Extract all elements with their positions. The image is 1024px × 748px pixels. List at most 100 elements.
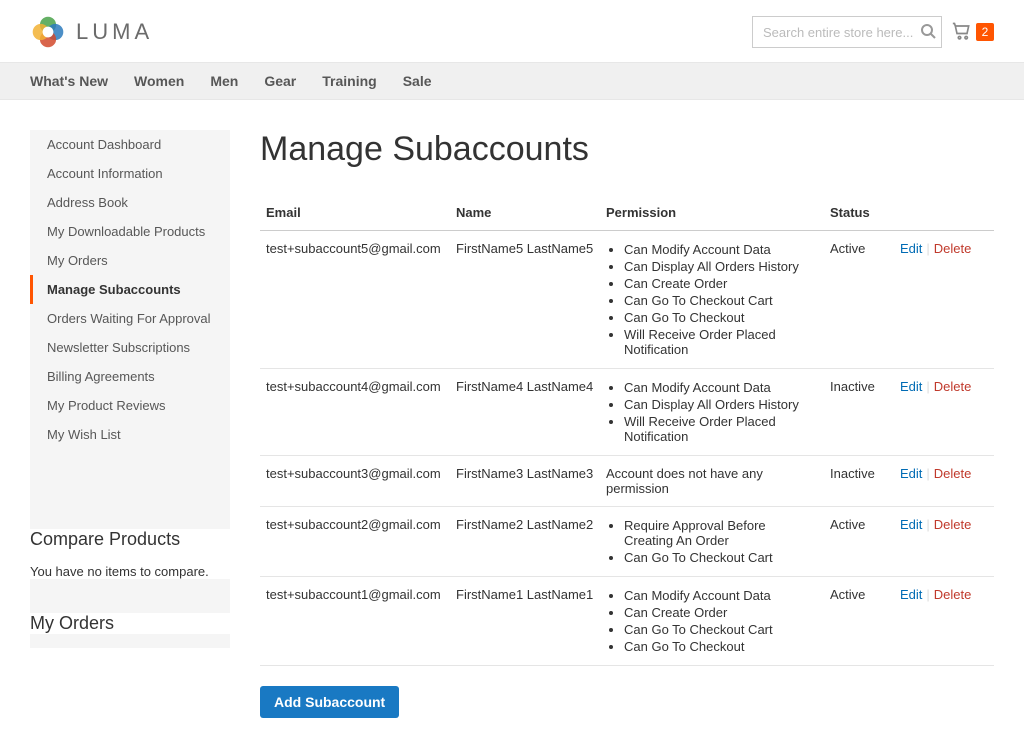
cell-actions: Edit|Delete bbox=[894, 456, 994, 507]
permission-item: Require Approval Before Creating An Orde… bbox=[624, 517, 818, 549]
cell-permission: Can Modify Account DataCan Display All O… bbox=[600, 231, 824, 369]
permission-item: Can Go To Checkout Cart bbox=[624, 292, 818, 309]
th-status: Status bbox=[824, 195, 894, 231]
cart-icon bbox=[952, 21, 972, 44]
luma-logo-icon bbox=[30, 14, 66, 50]
topnav-item[interactable]: Sale bbox=[403, 73, 432, 89]
header: LUMA 2 bbox=[0, 0, 1024, 62]
cell-email: test+subaccount1@gmail.com bbox=[260, 577, 450, 666]
cell-status: Active bbox=[824, 231, 894, 369]
compare-empty-text: You have no items to compare. bbox=[30, 564, 230, 579]
add-subaccount-button[interactable]: Add Subaccount bbox=[260, 686, 399, 718]
delete-link[interactable]: Delete bbox=[934, 379, 972, 394]
th-permission: Permission bbox=[600, 195, 824, 231]
cell-email: test+subaccount3@gmail.com bbox=[260, 456, 450, 507]
cell-email: test+subaccount4@gmail.com bbox=[260, 369, 450, 456]
th-name: Name bbox=[450, 195, 600, 231]
cell-permission: Can Modify Account DataCan Display All O… bbox=[600, 369, 824, 456]
cart-count-badge: 2 bbox=[976, 23, 994, 41]
edit-link[interactable]: Edit bbox=[900, 379, 922, 394]
edit-link[interactable]: Edit bbox=[900, 241, 922, 256]
permission-item: Can Go To Checkout bbox=[624, 309, 818, 326]
cell-name: FirstName1 LastName1 bbox=[450, 577, 600, 666]
my-orders-block: My Orders bbox=[30, 613, 230, 634]
delete-link[interactable]: Delete bbox=[934, 517, 972, 532]
cell-actions: Edit|Delete bbox=[894, 231, 994, 369]
table-row: test+subaccount1@gmail.comFirstName1 Las… bbox=[260, 577, 994, 666]
action-separator: | bbox=[922, 241, 933, 256]
cart[interactable]: 2 bbox=[952, 21, 994, 44]
cell-actions: Edit|Delete bbox=[894, 577, 994, 666]
sidebar-item[interactable]: Account Information bbox=[30, 159, 230, 188]
cell-permission: Require Approval Before Creating An Orde… bbox=[600, 507, 824, 577]
permission-item: Will Receive Order Placed Notification bbox=[624, 413, 818, 445]
table-row: test+subaccount5@gmail.comFirstName5 Las… bbox=[260, 231, 994, 369]
permission-item: Can Modify Account Data bbox=[624, 241, 818, 258]
cell-permission: Can Modify Account DataCan Create OrderC… bbox=[600, 577, 824, 666]
main-content: Manage Subaccounts Email Name Permission… bbox=[260, 130, 994, 718]
th-email: Email bbox=[260, 195, 450, 231]
permission-item: Can Display All Orders History bbox=[624, 396, 818, 413]
sidebar-item[interactable]: My Orders bbox=[30, 246, 230, 275]
cell-actions: Edit|Delete bbox=[894, 507, 994, 577]
permission-item: Can Modify Account Data bbox=[624, 587, 818, 604]
compare-products-block: Compare Products You have no items to co… bbox=[30, 529, 230, 579]
permission-item: Can Create Order bbox=[624, 604, 818, 621]
cell-status: Active bbox=[824, 577, 894, 666]
page-title: Manage Subaccounts bbox=[260, 130, 994, 169]
delete-link[interactable]: Delete bbox=[934, 466, 972, 481]
cell-email: test+subaccount5@gmail.com bbox=[260, 231, 450, 369]
top-nav: What's New Women Men Gear Training Sale bbox=[0, 62, 1024, 100]
logo[interactable]: LUMA bbox=[30, 14, 153, 50]
cell-email: test+subaccount2@gmail.com bbox=[260, 507, 450, 577]
cell-name: FirstName5 LastName5 bbox=[450, 231, 600, 369]
permission-item: Can Create Order bbox=[624, 275, 818, 292]
search-icon[interactable] bbox=[920, 23, 936, 42]
delete-link[interactable]: Delete bbox=[934, 241, 972, 256]
cell-name: FirstName4 LastName4 bbox=[450, 369, 600, 456]
edit-link[interactable]: Edit bbox=[900, 587, 922, 602]
sidebar-item[interactable]: My Product Reviews bbox=[30, 391, 230, 420]
th-actions bbox=[894, 195, 994, 231]
topnav-item[interactable]: Men bbox=[210, 73, 238, 89]
search-box bbox=[752, 16, 942, 48]
permission-item: Will Receive Order Placed Notification bbox=[624, 326, 818, 358]
cell-status: Active bbox=[824, 507, 894, 577]
topnav-item[interactable]: What's New bbox=[30, 73, 108, 89]
table-row: test+subaccount2@gmail.comFirstName2 Las… bbox=[260, 507, 994, 577]
action-separator: | bbox=[922, 379, 933, 394]
cell-status: Inactive bbox=[824, 369, 894, 456]
my-orders-title: My Orders bbox=[30, 613, 230, 634]
sidebar-item[interactable]: Billing Agreements bbox=[30, 362, 230, 391]
delete-link[interactable]: Delete bbox=[934, 587, 972, 602]
account-sidebar: Account DashboardAccount InformationAddr… bbox=[30, 130, 230, 648]
sidebar-item[interactable]: Manage Subaccounts bbox=[30, 275, 230, 304]
sidebar-item[interactable]: My Wish List bbox=[30, 420, 230, 449]
permission-item: Can Go To Checkout Cart bbox=[624, 621, 818, 638]
sidebar-item[interactable]: Newsletter Subscriptions bbox=[30, 333, 230, 362]
permission-item: Can Display All Orders History bbox=[624, 258, 818, 275]
sidebar-item[interactable]: Address Book bbox=[30, 188, 230, 217]
permission-item: Can Modify Account Data bbox=[624, 379, 818, 396]
cell-name: FirstName3 LastName3 bbox=[450, 456, 600, 507]
edit-link[interactable]: Edit bbox=[900, 517, 922, 532]
action-separator: | bbox=[922, 466, 933, 481]
topnav-item[interactable]: Gear bbox=[264, 73, 296, 89]
sidebar-item[interactable]: Account Dashboard bbox=[30, 130, 230, 159]
cell-permission: Account does not have any permission bbox=[600, 456, 824, 507]
cell-status: Inactive bbox=[824, 456, 894, 507]
cell-name: FirstName2 LastName2 bbox=[450, 507, 600, 577]
edit-link[interactable]: Edit bbox=[900, 466, 922, 481]
permission-item: Can Go To Checkout Cart bbox=[624, 549, 818, 566]
action-separator: | bbox=[922, 517, 933, 532]
subaccounts-table: Email Name Permission Status test+subacc… bbox=[260, 195, 994, 666]
sidebar-item[interactable]: Orders Waiting For Approval bbox=[30, 304, 230, 333]
table-row: test+subaccount3@gmail.comFirstName3 Las… bbox=[260, 456, 994, 507]
topnav-item[interactable]: Training bbox=[322, 73, 376, 89]
permission-item: Can Go To Checkout bbox=[624, 638, 818, 655]
logo-text: LUMA bbox=[76, 19, 153, 45]
sidebar-item[interactable]: My Downloadable Products bbox=[30, 217, 230, 246]
compare-title: Compare Products bbox=[30, 529, 230, 550]
topnav-item[interactable]: Women bbox=[134, 73, 184, 89]
search-input[interactable] bbox=[752, 16, 942, 48]
